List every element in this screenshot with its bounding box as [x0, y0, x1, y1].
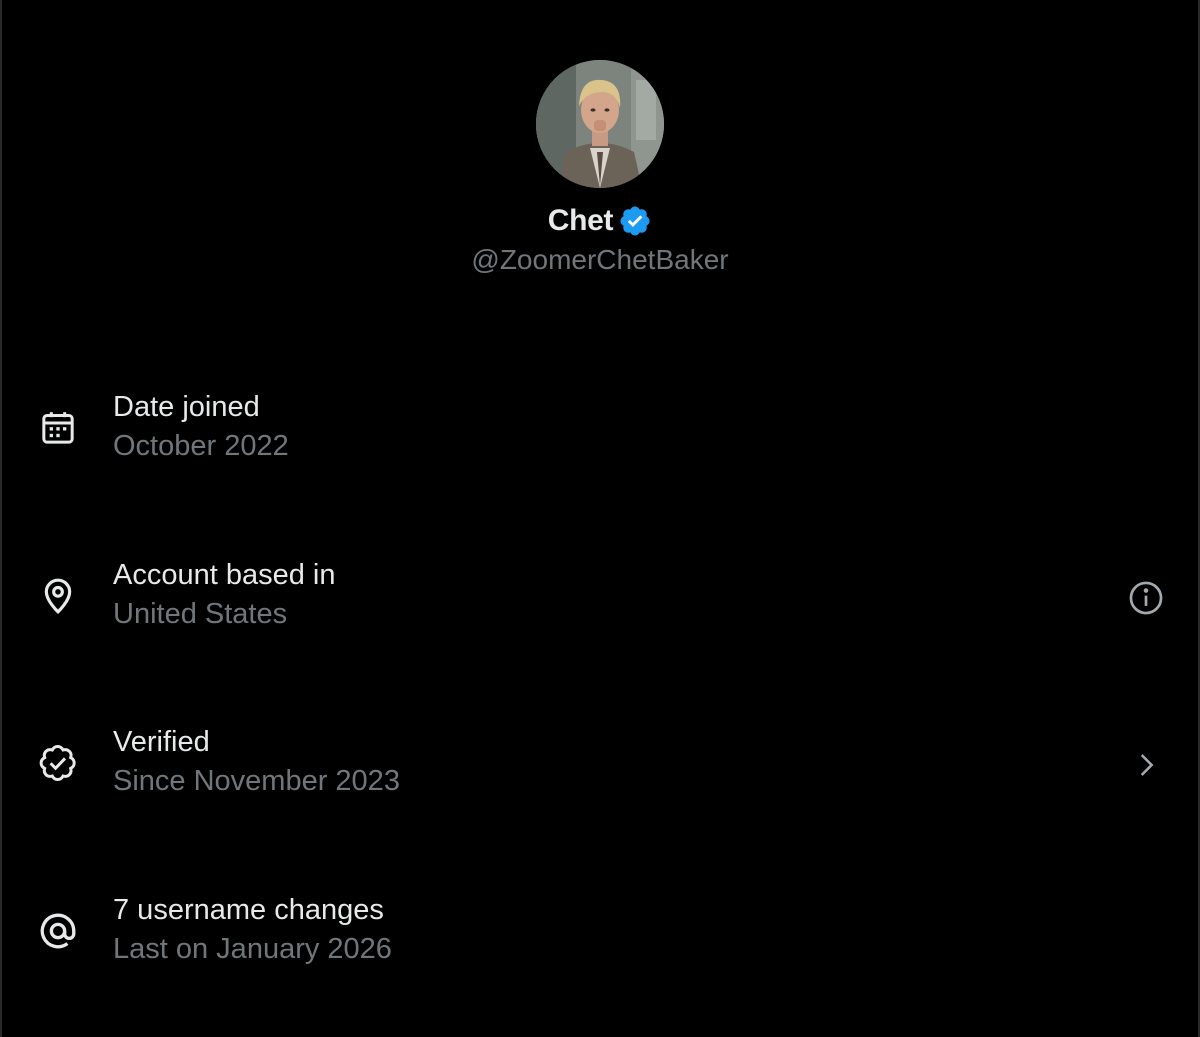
row-title: 7 username changes	[113, 894, 384, 926]
verified-badge-icon[interactable]	[618, 204, 652, 238]
avatar-photo	[536, 60, 664, 188]
display-name: Chet	[547, 204, 614, 237]
row-subtitle: October 2022	[113, 430, 289, 462]
row-text: Verified Since November 2023	[113, 723, 400, 801]
verified-badge-icon	[36, 741, 80, 785]
profile-header: Chet @ZoomerChetBaker	[0, 60, 1200, 276]
username-handle: @ZoomerChetBaker	[471, 244, 729, 275]
calendar-icon	[36, 406, 80, 450]
chevron-right-icon[interactable]	[1126, 745, 1166, 785]
row-subtitle: Since November 2023	[113, 765, 400, 797]
row-text: 7 username changes Last on January 2026	[113, 891, 392, 969]
row-title: Date joined	[113, 391, 260, 423]
name-row: Chet	[548, 204, 652, 238]
row-text: Account based in United States	[113, 556, 335, 634]
info-icon[interactable]	[1126, 578, 1166, 618]
row-subtitle: Last on January 2026	[113, 933, 392, 965]
info-row-account-location: Account based in United States	[0, 556, 1200, 646]
info-row-date-joined: Date joined October 2022	[0, 388, 1200, 478]
row-text: Date joined October 2022	[113, 388, 289, 466]
info-row-username-changes: 7 username changes Last on January 2026	[0, 891, 1200, 981]
row-title: Account based in	[113, 559, 336, 591]
row-title: Verified	[113, 726, 210, 758]
info-row-verified[interactable]: Verified Since November 2023	[0, 723, 1200, 813]
at-sign-icon	[36, 909, 80, 953]
avatar[interactable]	[536, 60, 664, 188]
location-pin-icon	[36, 574, 80, 618]
row-subtitle: United States	[113, 598, 288, 630]
